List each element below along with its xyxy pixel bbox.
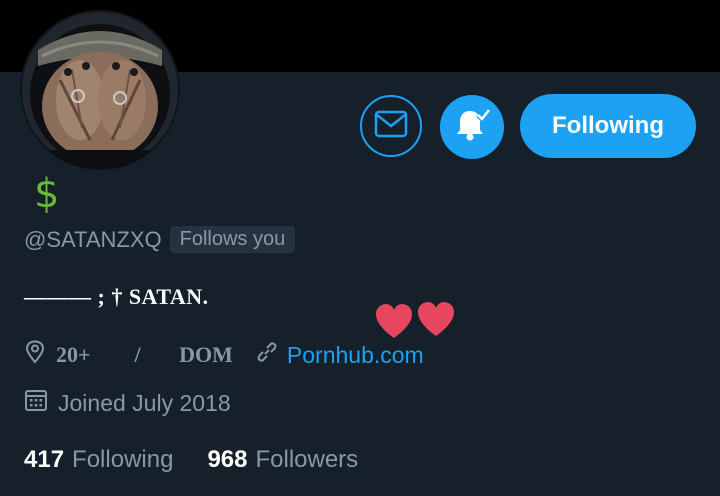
following-label: Following [72, 446, 174, 473]
following-button[interactable]: Following [520, 94, 696, 158]
followers-count: 968 [207, 446, 248, 473]
envelope-icon [374, 110, 408, 143]
follows-you-badge: Follows you [169, 226, 296, 253]
followers-stat[interactable]: 968 Followers [207, 446, 358, 474]
link-icon [255, 340, 279, 370]
display-name-emoji: $ [34, 171, 60, 217]
notifications-button[interactable] [440, 95, 504, 159]
profile-website-link[interactable]: Pornhub.com [287, 342, 424, 369]
profile-location: 20+ / DOM [56, 342, 233, 367]
joined-date: Joined July 2018 [58, 389, 231, 416]
joined-date-row: Joined July 2018 [24, 388, 231, 418]
handle-row: @SATANZXQ Follows you [24, 226, 296, 253]
follow-stats: 417 Following 968 Followers [24, 446, 358, 474]
profile-meta-row: 20+ / DOM Pornhub.com [24, 340, 424, 370]
following-stat[interactable]: 417 Following [24, 446, 173, 474]
username-handle: @SATANZXQ [24, 226, 162, 252]
avatar-image [20, 10, 180, 170]
heart-icon [376, 302, 454, 338]
avatar[interactable] [20, 10, 180, 170]
followers-label: Followers [255, 446, 359, 473]
bell-icon [452, 105, 492, 150]
location-pin-icon [24, 340, 46, 370]
calendar-icon [24, 388, 48, 418]
following-count: 417 [24, 446, 65, 473]
message-button[interactable] [360, 95, 422, 157]
profile-bio: ——— ; † SATAN. [24, 284, 209, 309]
